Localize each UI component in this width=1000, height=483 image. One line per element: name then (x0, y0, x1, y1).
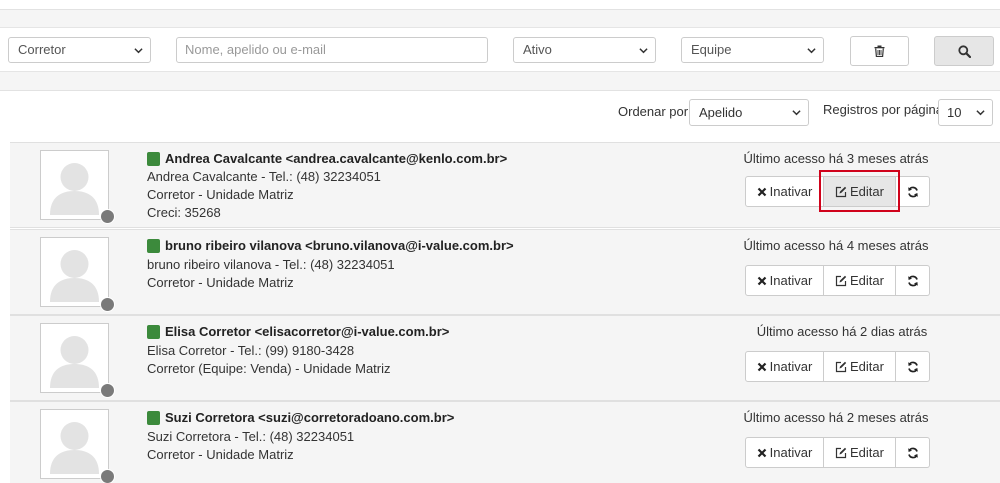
top-strip (0, 0, 1000, 10)
per-page-select[interactable]: 10 (938, 99, 993, 126)
user-role: Corretor - Unidade Matriz (147, 275, 294, 290)
user-row: Elisa Corretor <elisacorretor@i-value.co… (10, 315, 1000, 401)
user-header: Suzi Corretora <suzi@corretoradoano.com.… (165, 410, 455, 425)
user-contact: bruno ribeiro vilanova - Tel.: (48) 3223… (147, 257, 395, 272)
edit-label: Editar (850, 359, 884, 374)
avatar (40, 237, 109, 307)
active-status-badge (147, 411, 160, 425)
chevron-down-icon (976, 110, 985, 116)
refresh-icon (907, 186, 918, 197)
user-contact: Andrea Cavalcante - Tel.: (48) 32234051 (147, 169, 381, 184)
per-page-label: Registros por página (823, 102, 943, 117)
refresh-button[interactable] (896, 437, 930, 468)
per-page-select-value: 10 (947, 105, 962, 120)
status-select-value: Ativo (523, 42, 552, 57)
edit-button[interactable]: Editar (824, 265, 896, 296)
user-avatar-icon (50, 250, 99, 302)
user-header: bruno ribeiro vilanova <bruno.vilanova@i… (165, 238, 514, 253)
chevron-down-icon (639, 48, 648, 54)
sort-label: Ordenar por (618, 104, 689, 119)
refresh-button[interactable] (896, 265, 930, 296)
user-role: Corretor - Unidade Matriz (147, 447, 294, 462)
last-access: Último acesso há 4 meses atrás (743, 238, 929, 253)
sort-select[interactable]: Apelido (689, 99, 809, 126)
clear-filters-button[interactable] (850, 36, 909, 66)
user-row: Suzi Corretora <suzi@corretoradoano.com.… (10, 401, 1000, 483)
user-header: Andrea Cavalcante <andrea.cavalcante@ken… (165, 151, 508, 166)
edit-icon (835, 361, 847, 372)
sort-select-value: Apelido (699, 105, 743, 120)
inactivate-label: Inativar (769, 184, 813, 199)
refresh-icon (907, 447, 918, 458)
status-dot (100, 297, 115, 312)
user-row: bruno ribeiro vilanova <bruno.vilanova@i… (10, 229, 1000, 315)
chevron-down-icon (807, 48, 816, 54)
status-select[interactable]: Ativo (513, 37, 656, 63)
edit-button[interactable]: Editar (824, 437, 896, 468)
filter-bar: Corretor Nome, apelido ou e-mail Ativo E… (0, 27, 1000, 72)
row-actions: Inativar Editar (745, 351, 930, 382)
inactivate-label: Inativar (769, 445, 813, 460)
status-dot (100, 383, 115, 398)
refresh-icon (907, 275, 918, 286)
refresh-button[interactable] (896, 176, 930, 207)
chevron-down-icon (134, 48, 143, 54)
times-icon (757, 187, 766, 196)
role-select[interactable]: Corretor (8, 37, 151, 63)
refresh-icon (907, 361, 918, 372)
status-dot (100, 469, 115, 483)
team-select[interactable]: Equipe (681, 37, 824, 63)
inactivate-button[interactable]: Inativar (745, 265, 824, 296)
last-access: Último acesso há 3 meses atrás (743, 151, 929, 166)
highlight-box (819, 170, 900, 212)
times-icon (757, 362, 766, 371)
times-icon (757, 276, 766, 285)
last-access: Último acesso há 2 meses atrás (743, 410, 929, 425)
refresh-button[interactable] (896, 351, 930, 382)
user-avatar-icon (50, 336, 99, 388)
edit-label: Editar (850, 445, 884, 460)
row-actions: Inativar Editar (745, 437, 930, 468)
team-select-value: Equipe (691, 42, 732, 57)
user-avatar-icon (50, 163, 99, 215)
edit-icon (835, 447, 847, 458)
active-status-badge (147, 152, 160, 166)
status-dot (100, 209, 115, 224)
avatar (40, 323, 109, 393)
last-access: Último acesso há 2 dias atrás (756, 324, 928, 339)
user-avatar-icon (50, 422, 99, 474)
inactivate-label: Inativar (769, 359, 813, 374)
search-button[interactable] (934, 36, 994, 66)
avatar (40, 150, 109, 220)
user-creci: Creci: 35268 (147, 205, 221, 220)
edit-label: Editar (850, 273, 884, 288)
role-select-value: Corretor (18, 42, 66, 57)
avatar (40, 409, 109, 479)
search-input[interactable]: Nome, apelido ou e-mail (176, 37, 488, 63)
active-status-badge (147, 239, 160, 253)
edit-button[interactable]: Editar (824, 351, 896, 382)
inactivate-button[interactable]: Inativar (745, 176, 824, 207)
search-icon (957, 44, 971, 58)
search-input-placeholder: Nome, apelido ou e-mail (185, 42, 326, 57)
user-header: Elisa Corretor <elisacorretor@i-value.co… (165, 324, 450, 339)
trash-icon (874, 45, 885, 57)
active-status-badge (147, 325, 160, 339)
inactivate-button[interactable]: Inativar (745, 437, 824, 468)
inactivate-button[interactable]: Inativar (745, 351, 824, 382)
chevron-down-icon (792, 110, 801, 116)
inactivate-label: Inativar (769, 273, 813, 288)
edit-icon (835, 275, 847, 286)
user-contact: Suzi Corretora - Tel.: (48) 32234051 (147, 429, 355, 444)
row-actions: Inativar Editar (745, 265, 930, 296)
times-icon (757, 448, 766, 457)
user-contact: Elisa Corretor - Tel.: (99) 9180-3428 (147, 343, 355, 358)
user-role: Corretor (Equipe: Venda) - Unidade Matri… (147, 361, 391, 376)
user-role: Corretor - Unidade Matriz (147, 187, 294, 202)
